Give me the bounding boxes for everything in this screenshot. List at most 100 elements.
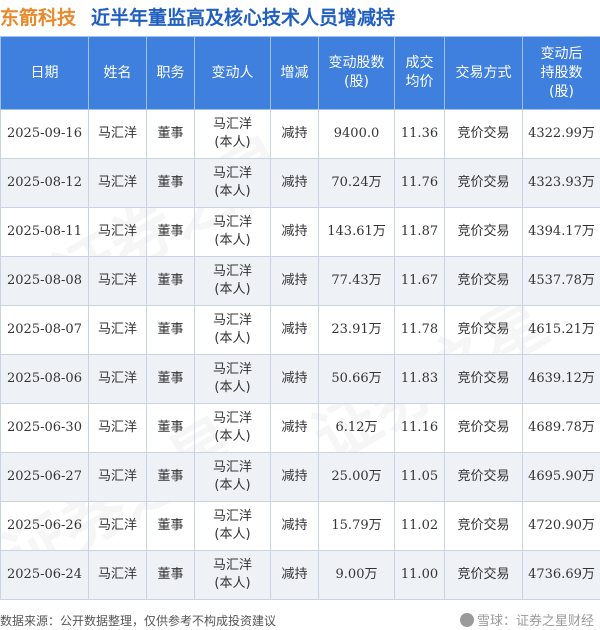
cell-shares: 25.00万 xyxy=(318,452,395,502)
cell-price: 11.16 xyxy=(394,403,445,453)
cell-shares: 143.61万 xyxy=(318,207,395,257)
cell-changer: 马汇洋 (本人) xyxy=(194,109,271,159)
cell-position: 董事 xyxy=(146,109,195,159)
table-row: 2025-06-24 马汇洋 董事 马汇洋 (本人) 减持 9.00万 11.00 竞价交易 47… xyxy=(0,550,600,600)
changer-name: 马汇洋 xyxy=(212,460,252,475)
table-row: 2025-08-06 马汇洋 董事 马汇洋 (本人) 减持 50.66万 11.83 竞价交易 4… xyxy=(0,354,600,404)
cell-position: 董事 xyxy=(146,158,195,208)
cell-direction: 减持 xyxy=(270,256,319,306)
cell-price: 11.02 xyxy=(394,501,445,551)
cell-name: 马汇洋 xyxy=(88,158,147,208)
col-header-holdings-after: 变动后 持股数 (股) xyxy=(522,36,600,110)
cell-shares: 77.43万 xyxy=(318,256,395,306)
cell-date: 2025-08-11 xyxy=(0,207,89,257)
cell-position: 董事 xyxy=(146,550,195,600)
cell-holdings-after: 4736.69万 xyxy=(522,550,600,600)
cell-changer: 马汇洋 (本人) xyxy=(194,354,271,404)
cell-name: 马汇洋 xyxy=(88,452,147,502)
col-header-direction: 增减 xyxy=(270,36,319,110)
cell-name: 马汇洋 xyxy=(88,550,147,600)
changer-relation: (本人) xyxy=(214,478,251,493)
cell-price: 11.67 xyxy=(394,256,445,306)
changer-relation: (本人) xyxy=(214,331,251,346)
cell-date: 2025-08-07 xyxy=(0,305,89,355)
brand-text: 雪球：证券之星财经 xyxy=(476,613,594,628)
cell-name: 马汇洋 xyxy=(88,403,147,453)
cell-date: 2025-06-24 xyxy=(0,550,89,600)
table-row: 2025-08-07 马汇洋 董事 马汇洋 (本人) 减持 23.91万 11.78 竞价交易 4… xyxy=(0,305,600,355)
brand-label: 雪球：证券之星财经 xyxy=(459,610,594,629)
table-row: 2025-08-11 马汇洋 董事 马汇洋 (本人) 减持 143.61万 11.87 竞价交易… xyxy=(0,207,600,257)
cell-price: 11.87 xyxy=(394,207,445,257)
cell-name: 马汇洋 xyxy=(88,501,147,551)
cell-position: 董事 xyxy=(146,256,195,306)
cell-position: 董事 xyxy=(146,501,195,551)
changer-name: 马汇洋 xyxy=(212,362,252,377)
col-header-name: 姓名 xyxy=(88,36,147,110)
cell-direction: 减持 xyxy=(270,305,319,355)
cell-price: 11.78 xyxy=(394,305,445,355)
cell-changer: 马汇洋 (本人) xyxy=(194,158,271,208)
col-header-changer: 变动人 xyxy=(194,36,271,110)
table-row: 2025-08-08 马汇洋 董事 马汇洋 (本人) 减持 77.43万 11.67 竞价交易 4… xyxy=(0,256,600,306)
col-header-price: 成交 均价 xyxy=(394,36,445,110)
cell-shares: 23.91万 xyxy=(318,305,395,355)
col-header-method: 交易方式 xyxy=(444,36,523,110)
cell-name: 马汇洋 xyxy=(88,354,147,404)
table-row: 2025-06-26 马汇洋 董事 马汇洋 (本人) 减持 15.79万 11.02 竞价交易 4… xyxy=(0,501,600,551)
col-header-shares: 变动股数 (股) xyxy=(318,36,395,110)
cell-shares: 6.12万 xyxy=(318,403,395,453)
changer-name: 马汇洋 xyxy=(212,264,252,279)
cell-name: 马汇洋 xyxy=(88,256,147,306)
page-title: 近半年董监高及核心技术人员增减持 xyxy=(91,8,396,29)
company-name: 东箭科技 xyxy=(0,8,77,29)
cell-method: 竞价交易 xyxy=(444,158,523,208)
cell-position: 董事 xyxy=(146,452,195,502)
cell-price: 11.36 xyxy=(394,109,445,159)
cell-direction: 减持 xyxy=(270,550,319,600)
cell-direction: 减持 xyxy=(270,109,319,159)
cell-method: 竞价交易 xyxy=(444,403,523,453)
cell-position: 董事 xyxy=(146,354,195,404)
cell-price: 11.05 xyxy=(394,452,445,502)
cell-method: 竞价交易 xyxy=(444,452,523,502)
cell-method: 竞价交易 xyxy=(444,109,523,159)
insider-trading-table: 日期 姓名 职务 变动人 增减 变动股数 (股) 成交 均价 交易方式 变动后 … xyxy=(0,36,600,600)
cell-changer: 马汇洋 (本人) xyxy=(194,501,271,551)
cell-date: 2025-06-30 xyxy=(0,403,89,453)
cell-direction: 减持 xyxy=(270,158,319,208)
changer-relation: (本人) xyxy=(214,576,251,591)
cell-shares: 50.66万 xyxy=(318,354,395,404)
cell-method: 竞价交易 xyxy=(444,354,523,404)
cell-changer: 马汇洋 (本人) xyxy=(194,550,271,600)
changer-relation: (本人) xyxy=(214,184,251,199)
cell-holdings-after: 4720.90万 xyxy=(522,501,600,551)
cell-holdings-after: 4394.17万 xyxy=(522,207,600,257)
cell-name: 马汇洋 xyxy=(88,207,147,257)
cell-price: 11.00 xyxy=(394,550,445,600)
cell-method: 竞价交易 xyxy=(444,207,523,257)
table-row: 2025-09-16 马汇洋 董事 马汇洋 (本人) 减持 9400.0 11.36 竞价交易 4… xyxy=(0,109,600,159)
cell-changer: 马汇洋 (本人) xyxy=(194,207,271,257)
cell-shares: 9.00万 xyxy=(318,550,395,600)
cell-method: 竞价交易 xyxy=(444,501,523,551)
cell-holdings-after: 4323.93万 xyxy=(522,158,600,208)
cell-date: 2025-08-12 xyxy=(0,158,89,208)
cell-method: 竞价交易 xyxy=(444,550,523,600)
changer-name: 马汇洋 xyxy=(212,215,252,230)
cell-name: 马汇洋 xyxy=(88,305,147,355)
changer-relation: (本人) xyxy=(214,380,251,395)
cell-holdings-after: 4322.99万 xyxy=(522,109,600,159)
snowball-logo-icon xyxy=(459,613,474,627)
changer-name: 马汇洋 xyxy=(212,558,252,573)
cell-shares: 15.79万 xyxy=(318,501,395,551)
cell-position: 董事 xyxy=(146,403,195,453)
data-source-note: 数据来源：公开数据整理，仅供参考不构成投资建议 xyxy=(0,614,277,628)
cell-date: 2025-06-27 xyxy=(0,452,89,502)
cell-direction: 减持 xyxy=(270,403,319,453)
cell-shares: 70.24万 xyxy=(318,158,395,208)
cell-date: 2025-09-16 xyxy=(0,109,89,159)
cell-holdings-after: 4689.78万 xyxy=(522,403,600,453)
cell-direction: 减持 xyxy=(270,452,319,502)
changer-relation: (本人) xyxy=(214,233,251,248)
